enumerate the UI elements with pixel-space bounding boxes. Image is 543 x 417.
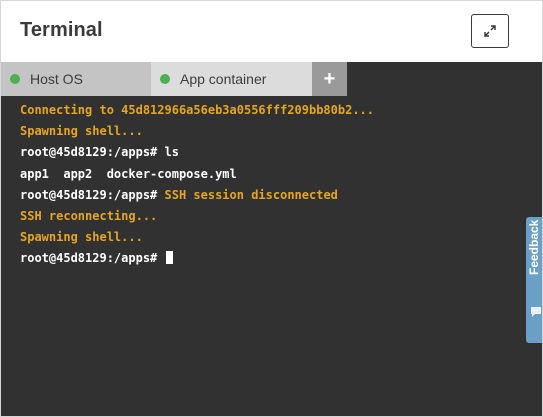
terminal-output[interactable]: Connecting to 45d812966a56eb3a0556fff209… bbox=[1, 96, 542, 416]
terminal-line: SSH reconnecting... bbox=[20, 206, 542, 227]
terminal-header: Terminal bbox=[1, 1, 542, 62]
terminal-tabs: Host OS App container + bbox=[1, 62, 542, 96]
expand-arrows-icon bbox=[484, 25, 496, 37]
terminal-line: app1 app2 docker-compose.yml bbox=[20, 164, 542, 185]
plus-icon: + bbox=[323, 67, 336, 90]
feedback-label: Feedback bbox=[527, 219, 541, 275]
terminal-line: root@45d8129:/apps# ls bbox=[20, 142, 542, 163]
output-text: SSH reconnecting... bbox=[20, 208, 158, 223]
expand-button[interactable] bbox=[471, 14, 509, 48]
terminal-line: root@45d8129:/apps# bbox=[20, 248, 542, 269]
terminal-line: Spawning shell... bbox=[20, 121, 542, 142]
output-text: Spawning shell... bbox=[20, 230, 143, 245]
terminal-line: Spawning shell... bbox=[20, 227, 542, 248]
terminal-line: root@45d8129:/apps# SSH session disconne… bbox=[20, 185, 542, 206]
shell-command: SSH session disconnected bbox=[164, 187, 338, 202]
status-dot bbox=[10, 74, 20, 84]
window-title: Terminal bbox=[20, 19, 103, 41]
feedback-tab[interactable]: Feedback bbox=[526, 217, 542, 343]
chat-bubble-icon bbox=[531, 307, 541, 317]
tab-label: App container bbox=[180, 71, 267, 87]
output-text: Connecting to 45d812966a56eb3a0556fff209… bbox=[20, 103, 375, 117]
terminal-cursor bbox=[165, 251, 173, 265]
shell-command: ls bbox=[164, 145, 179, 160]
output-text: Spawning shell... bbox=[20, 124, 143, 139]
tab-app-container[interactable]: App container bbox=[151, 62, 312, 96]
add-tab-button[interactable]: + bbox=[312, 62, 347, 96]
shell-prompt: root@45d8129:/apps# bbox=[20, 187, 165, 202]
tab-host-os[interactable]: Host OS bbox=[1, 62, 151, 96]
terminal-line: Connecting to 45d812966a56eb3a0556fff209… bbox=[20, 100, 542, 121]
terminal-window: Terminal Host OS App container + Connect… bbox=[0, 0, 543, 417]
shell-prompt: root@45d8129:/apps# bbox=[20, 145, 165, 160]
status-dot bbox=[160, 74, 170, 84]
shell-prompt: root@45d8129:/apps# bbox=[20, 251, 165, 266]
output-text: app1 app2 docker-compose.yml bbox=[20, 166, 237, 181]
tab-label: Host OS bbox=[30, 71, 83, 87]
